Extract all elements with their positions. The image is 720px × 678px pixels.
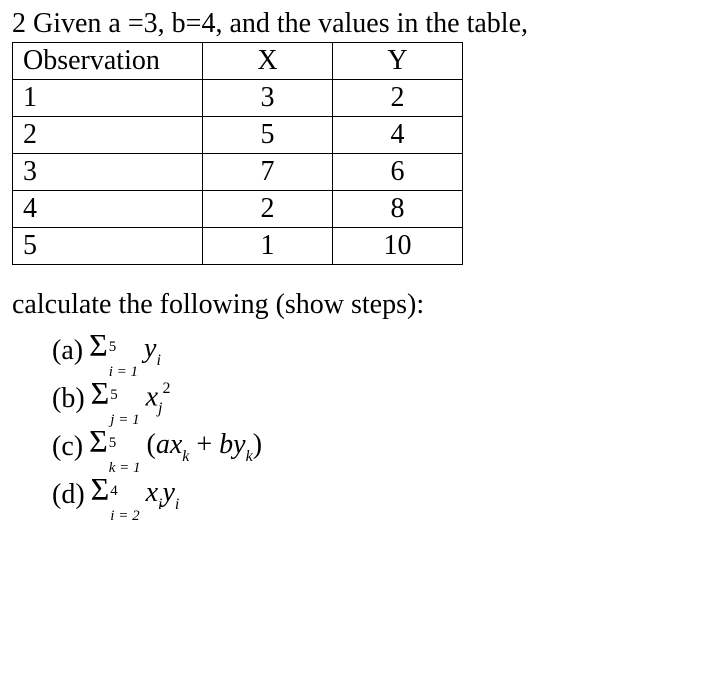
question-label: (a) bbox=[52, 337, 83, 365]
question-a: (a) Σ 5 i = 1 yi bbox=[52, 327, 708, 375]
sigma-symbol: Σ bbox=[91, 473, 110, 505]
cell-y: 2 bbox=[333, 80, 463, 117]
sigma-expression: Σ 5 j = 1 bbox=[91, 376, 140, 422]
summand: yi bbox=[144, 335, 161, 368]
cell-x: 2 bbox=[203, 191, 333, 228]
cell-y: 4 bbox=[333, 117, 463, 154]
sigma-expression: Σ 4 i = 2 bbox=[91, 472, 140, 518]
sigma-symbol: Σ bbox=[89, 329, 108, 361]
header-y: Y bbox=[333, 43, 463, 80]
calculate-prompt: calculate the following (show steps): bbox=[12, 289, 708, 321]
question-c: (c) Σ 5 k = 1 (axk + byk) bbox=[52, 423, 708, 471]
sigma-symbol: Σ bbox=[89, 425, 108, 457]
summand: (axk + byk) bbox=[146, 431, 262, 464]
question-label: (c) bbox=[52, 433, 83, 461]
cell-obs: 1 bbox=[13, 80, 203, 117]
sigma-symbol: Σ bbox=[91, 377, 110, 409]
question-b: (b) Σ 5 j = 1 xj2 bbox=[52, 375, 708, 423]
cell-y: 10 bbox=[333, 228, 463, 265]
header-observation: Observation bbox=[13, 43, 203, 80]
sigma-upper: 5 bbox=[109, 340, 138, 355]
cell-obs: 4 bbox=[13, 191, 203, 228]
cell-x: 1 bbox=[203, 228, 333, 265]
summand: xj2 bbox=[146, 383, 171, 416]
table-row: 2 5 4 bbox=[13, 117, 463, 154]
problem-intro: 2 Given a =3, b=4, and the values in the… bbox=[12, 8, 708, 40]
header-x: X bbox=[203, 43, 333, 80]
cell-obs: 3 bbox=[13, 154, 203, 191]
data-table: Observation X Y 1 3 2 2 5 4 3 7 6 4 2 8 … bbox=[12, 42, 463, 265]
sigma-lower: k = 1 bbox=[109, 461, 141, 476]
sigma-lower: i = 1 bbox=[109, 365, 138, 380]
sigma-expression: Σ 5 k = 1 bbox=[89, 424, 140, 470]
question-list: (a) Σ 5 i = 1 yi (b) Σ 5 j = 1 xj2 (c) Σ bbox=[12, 327, 708, 519]
sigma-upper: 4 bbox=[110, 484, 139, 499]
sigma-expression: Σ 5 i = 1 bbox=[89, 328, 138, 374]
cell-x: 5 bbox=[203, 117, 333, 154]
cell-x: 3 bbox=[203, 80, 333, 117]
sigma-lower: i = 2 bbox=[110, 509, 139, 524]
cell-obs: 2 bbox=[13, 117, 203, 154]
cell-obs: 5 bbox=[13, 228, 203, 265]
cell-y: 8 bbox=[333, 191, 463, 228]
question-label: (b) bbox=[52, 385, 85, 413]
table-header-row: Observation X Y bbox=[13, 43, 463, 80]
table-row: 4 2 8 bbox=[13, 191, 463, 228]
question-d: (d) Σ 4 i = 2 xiyi bbox=[52, 471, 708, 519]
sigma-upper: 5 bbox=[110, 388, 139, 403]
cell-y: 6 bbox=[333, 154, 463, 191]
question-label: (d) bbox=[52, 481, 85, 509]
sigma-lower: j = 1 bbox=[110, 413, 139, 428]
table-row: 5 1 10 bbox=[13, 228, 463, 265]
summand: xiyi bbox=[146, 479, 180, 512]
table-row: 1 3 2 bbox=[13, 80, 463, 117]
table-row: 3 7 6 bbox=[13, 154, 463, 191]
cell-x: 7 bbox=[203, 154, 333, 191]
sigma-upper: 5 bbox=[109, 436, 141, 451]
